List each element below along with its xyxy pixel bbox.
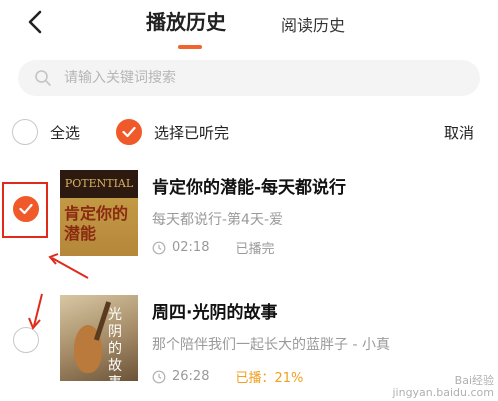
album-cover: POTENTIAL 肯定你的潜能 bbox=[60, 170, 138, 256]
cancel-button[interactable]: 取消 bbox=[444, 122, 474, 143]
search-icon bbox=[35, 70, 51, 86]
item-title: 肯定你的潜能-每天都说行 bbox=[152, 178, 347, 198]
annotation-highlight-box bbox=[2, 182, 48, 238]
back-button[interactable] bbox=[22, 8, 50, 36]
search-input[interactable] bbox=[64, 60, 464, 96]
cover-title: 光阴的故事 bbox=[108, 307, 122, 381]
select-all-label: 全选 bbox=[50, 123, 81, 142]
clock-icon bbox=[152, 370, 166, 383]
select-all-option[interactable]: 全选 bbox=[12, 119, 80, 145]
item-duration: 02:18 bbox=[172, 240, 210, 255]
selection-toolbar: 全选 选择已听完 取消 bbox=[0, 112, 498, 152]
item-subtitle: 每天都说行-第4天-爱 bbox=[152, 212, 284, 228]
select-finished-radio[interactable] bbox=[116, 119, 142, 145]
check-icon bbox=[122, 126, 136, 138]
list-item[interactable]: POTENTIAL 肯定你的潜能 肯定你的潜能-每天都说行 每天都说行-第4天-… bbox=[0, 165, 498, 280]
item-meta: 26:28 已播：21% bbox=[152, 367, 303, 386]
item-duration: 26:28 bbox=[172, 369, 210, 384]
item-title: 周四·光阴的故事 bbox=[152, 303, 278, 323]
item-status: 已播完 bbox=[235, 242, 275, 257]
chevron-left-icon bbox=[28, 10, 42, 34]
search-bar[interactable] bbox=[18, 60, 480, 96]
cover-text: POTENTIAL bbox=[60, 170, 138, 198]
album-cover: 光阴的故事 bbox=[60, 295, 138, 381]
select-all-radio[interactable] bbox=[12, 119, 38, 145]
select-finished-option[interactable]: 选择已听完 bbox=[116, 119, 229, 145]
watermark: Bai经验 jingyan.baidu.com bbox=[392, 375, 494, 399]
active-tab-indicator bbox=[178, 45, 202, 49]
select-finished-label: 选择已听完 bbox=[154, 123, 230, 142]
cover-title: 肯定你的潜能 bbox=[64, 204, 129, 243]
tab-reading-history[interactable]: 阅读历史 bbox=[281, 12, 345, 36]
item-status: 已播：21% bbox=[235, 371, 304, 386]
clock-icon bbox=[152, 241, 166, 254]
watermark-line2: jingyan.baidu.com bbox=[392, 386, 494, 399]
tab-play-history[interactable]: 播放历史 bbox=[146, 6, 226, 35]
item-meta: 02:18 已播完 bbox=[152, 238, 274, 257]
item-subtitle: 那个陪伴我们一起长大的蓝胖子 - 小真 bbox=[152, 337, 390, 353]
item-select-radio[interactable] bbox=[13, 327, 39, 353]
